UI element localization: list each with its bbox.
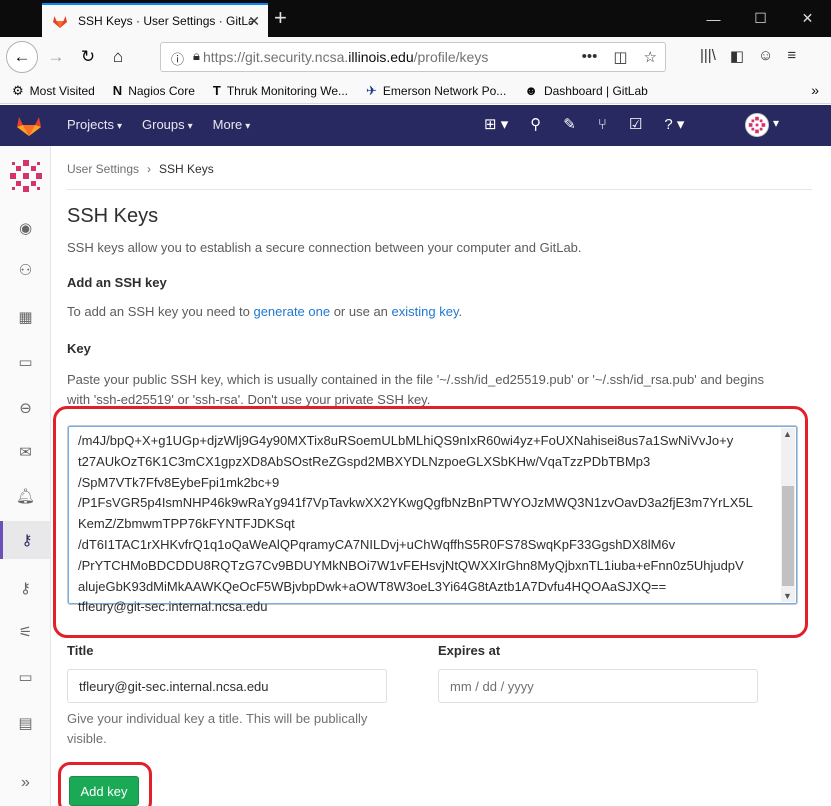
- existing-key-link[interactable]: existing key: [392, 304, 459, 319]
- close-window-icon[interactable]: ✕: [784, 0, 831, 37]
- page-title: SSH Keys: [67, 205, 159, 227]
- browser-nav-bar: ← → ↻ ⌂ ⓘ 🔒︎ https://git.security.ncsa.i…: [0, 37, 831, 78]
- menu-icon[interactable]: ≡: [787, 47, 796, 65]
- account-settings-icon[interactable]: ⚇: [0, 251, 51, 289]
- scroll-thumb[interactable]: [782, 486, 794, 586]
- emails-icon[interactable]: ✉: [0, 433, 51, 471]
- gear-icon: ⚙: [12, 82, 24, 98]
- maximize-icon[interactable]: ☐: [737, 0, 784, 37]
- textarea-scrollbar[interactable]: ▲ ▼: [781, 428, 795, 602]
- browser-tab-bar: SSH Keys · User Settings · GitLab ✕ + — …: [0, 0, 831, 37]
- generate-one-link[interactable]: generate one: [253, 304, 330, 319]
- profile-icon[interactable]: ◉: [0, 209, 51, 247]
- key-label: Key: [67, 341, 91, 356]
- bookmark-emerson[interactable]: ✈ Emerson Network Po...: [366, 83, 506, 99]
- ssh-keys-icon[interactable]: ⚷: [0, 521, 51, 559]
- bookmark-thruk[interactable]: T Thruk Monitoring We...: [213, 83, 348, 98]
- expires-at-date-input[interactable]: mm / dd / yyyy: [438, 669, 758, 703]
- expires-at-label: Expires at: [438, 643, 501, 658]
- help-icon[interactable]: ? ▾: [664, 115, 684, 133]
- collapse-sidebar-icon[interactable]: »: [0, 766, 51, 800]
- nav-groups[interactable]: Groups ▾: [142, 117, 193, 132]
- info-icon[interactable]: ⓘ: [171, 49, 184, 68]
- sidebar-toggle-icon[interactable]: ◧: [730, 47, 744, 65]
- page-description: SSH keys allow you to establish a secure…: [67, 240, 582, 255]
- gitlab-icon: ☻: [524, 83, 538, 98]
- lock-icon[interactable]: 🔒︎: [193, 48, 200, 64]
- audit-log-icon[interactable]: ▤: [0, 704, 51, 742]
- chat-icon[interactable]: ▭: [0, 343, 51, 381]
- browser-tab[interactable]: SSH Keys · User Settings · GitLab ✕: [42, 3, 268, 37]
- gitlab-favicon-icon: [53, 16, 67, 28]
- minimize-icon[interactable]: —: [690, 0, 737, 37]
- key-textarea[interactable]: /m4J/bpQ+X+g1UGp+djzWlj9G4y90MXTix8uRSoe…: [67, 425, 798, 614]
- url-text: https://git.security.ncsa.illinois.edu/p…: [203, 49, 489, 65]
- add-ssh-key-description: To add an SSH key you need to generate o…: [67, 304, 463, 319]
- pocket-icon[interactable]: ◫: [613, 48, 627, 66]
- bookmark-nagios[interactable]: N Nagios Core: [113, 83, 195, 98]
- bookmark-most-visited[interactable]: ⚙ Most Visited: [12, 83, 95, 99]
- chevron-down-icon: ▾: [116, 121, 122, 132]
- bookmarks-overflow-icon[interactable]: »: [811, 82, 819, 98]
- title-help-text: Give your individual key a title. This w…: [67, 711, 368, 746]
- gpg-keys-icon[interactable]: ⚷: [0, 569, 51, 607]
- nav-more[interactable]: More ▾: [213, 117, 251, 132]
- merge-requests-icon[interactable]: ⑂: [598, 116, 607, 133]
- preferences-icon[interactable]: ⚟: [0, 613, 51, 651]
- tab-title: SSH Keys · User Settings · GitLab: [78, 14, 253, 28]
- emerson-icon: ✈: [366, 82, 377, 98]
- title-label: Title: [67, 643, 94, 658]
- bookmark-gitlab-dashboard[interactable]: ☻ Dashboard | GitLab: [524, 83, 648, 98]
- chevron-right-icon: ›: [147, 162, 152, 176]
- user-avatar-icon[interactable]: [8, 158, 44, 194]
- forward-icon[interactable]: →: [42, 43, 70, 71]
- main-content: User Settings › SSH Keys SSH Keys SSH ke…: [52, 146, 831, 806]
- tab-close-icon[interactable]: ✕: [248, 13, 260, 30]
- reload-icon[interactable]: ↻: [74, 43, 102, 71]
- breadcrumb-user-settings[interactable]: User Settings: [67, 162, 139, 176]
- url-bar[interactable]: ⓘ 🔒︎ https://git.security.ncsa.illinois.…: [160, 42, 666, 72]
- active-sessions-icon[interactable]: ▭: [0, 658, 51, 696]
- account-icon[interactable]: ☺: [758, 47, 773, 65]
- avatar[interactable]: [745, 113, 769, 137]
- chevron-down-icon: ▾: [187, 121, 193, 132]
- key-help-text: Paste your public SSH key, which is usua…: [67, 372, 764, 407]
- chevron-down-icon[interactable]: ▾: [773, 116, 779, 130]
- gitlab-logo-icon[interactable]: [16, 113, 42, 137]
- add-ssh-key-heading: Add an SSH key: [67, 275, 167, 290]
- back-icon[interactable]: ←: [6, 41, 38, 73]
- nav-projects[interactable]: Projects ▾: [67, 117, 122, 132]
- home-icon[interactable]: ⌂: [104, 43, 132, 71]
- notifications-icon[interactable]: 🔔︎: [0, 477, 51, 515]
- chevron-down-icon: ▾: [245, 121, 251, 132]
- applications-icon[interactable]: ▦: [0, 298, 51, 336]
- page-actions-icon[interactable]: •••: [582, 48, 598, 66]
- new-tab-icon[interactable]: +: [274, 5, 287, 31]
- bookmark-star-icon[interactable]: ☆: [644, 48, 657, 66]
- new-item-icon[interactable]: ⊞ ▾: [484, 115, 508, 133]
- scroll-up-icon[interactable]: ▲: [783, 429, 792, 439]
- gitlab-top-nav: Projects ▾ Groups ▾ More ▾ ⊞ ▾ ⚲ ✎ ⑂ ☑ ? ▾: [0, 105, 831, 146]
- breadcrumb-ssh-keys[interactable]: SSH Keys: [159, 162, 214, 176]
- scroll-down-icon[interactable]: ▼: [783, 591, 792, 601]
- library-icon[interactable]: |||\: [700, 47, 716, 65]
- breadcrumb: User Settings › SSH Keys: [67, 162, 214, 176]
- bookmarks-bar: ⚙ Most Visited N Nagios Core T Thruk Monito…: [0, 78, 831, 104]
- settings-sidebar: ◉ ⚇ ▦ ▭ ⊖ ✉ 🔔︎ ⚷ ⚷ ⚟ ▭ ▤ »: [0, 146, 51, 806]
- title-input[interactable]: tfleury@git-sec.internal.ncsa.edu: [67, 669, 387, 703]
- divider: [67, 189, 812, 190]
- thruk-icon: T: [212, 83, 221, 98]
- nagios-icon: N: [112, 83, 123, 98]
- key-textarea-content[interactable]: /m4J/bpQ+X+g1UGp+djzWlj9G4y90MXTix8uRSoe…: [78, 431, 778, 618]
- todos-icon[interactable]: ☑: [629, 115, 642, 133]
- search-icon[interactable]: ⚲: [530, 115, 541, 133]
- issues-icon[interactable]: ✎: [563, 115, 576, 133]
- add-key-button[interactable]: Add key: [69, 776, 139, 806]
- access-tokens-icon[interactable]: ⊖: [0, 389, 51, 427]
